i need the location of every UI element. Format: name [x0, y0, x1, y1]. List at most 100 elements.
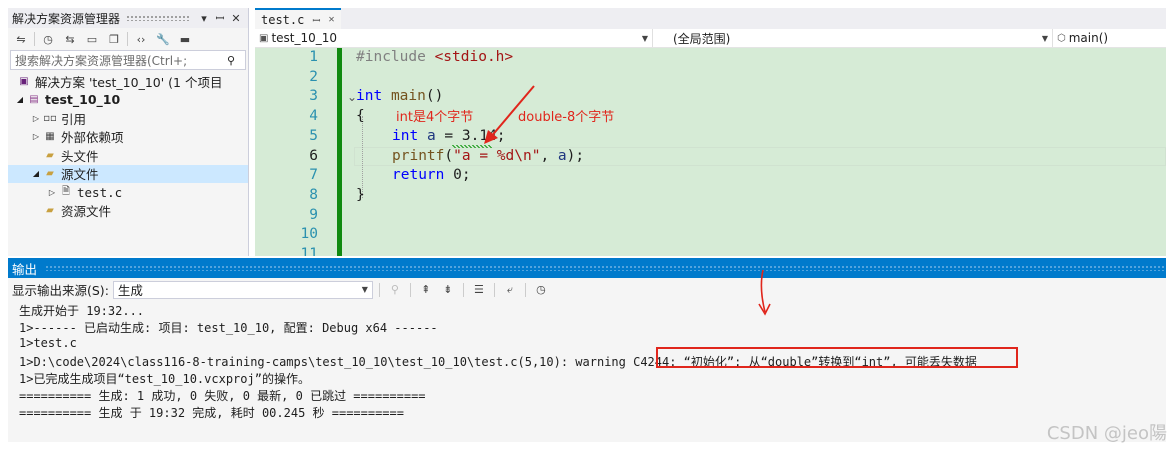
solution-search-input[interactable]: 搜索解决方案资源管理器(Ctrl+; ⚲: [10, 50, 246, 70]
project-dropdown-value: test_10_10: [271, 31, 338, 45]
chevron-down-icon[interactable]: ▼: [362, 285, 368, 294]
tree-item-test-c[interactable]: ▷ 🗎 test.c: [8, 183, 248, 202]
tree-item-references[interactable]: ▷ ▫▫ 引用: [8, 109, 248, 128]
toolbar-separator: [493, 282, 495, 297]
line-number: 7: [309, 167, 318, 184]
tree-item-label: 资源文件: [61, 204, 112, 220]
source-code[interactable]: #include <stdio.h> int main() { int a = …: [356, 48, 1166, 256]
expanded-arrow-icon[interactable]: ◢: [14, 95, 26, 104]
next-message-icon[interactable]: ⇟: [439, 282, 457, 298]
find-message-icon[interactable]: ⚲: [386, 282, 404, 298]
output-source-label: 显示输出来源(S):: [12, 283, 109, 298]
numeric-literal: 0: [453, 167, 462, 184]
code-line-1: #include <stdio.h>: [356, 49, 513, 69]
collapsed-arrow-icon[interactable]: ▷: [46, 188, 58, 197]
output-line: ========== 生成 于 19:32 完成, 耗时 00.245 秒 ==…: [19, 406, 404, 420]
title-grip[interactable]: [126, 15, 190, 21]
tree-item-project[interactable]: ◢ ▤ test_10_10: [8, 91, 248, 110]
tab-test-c[interactable]: test.c ꟷ ✕: [255, 8, 341, 29]
filter-folder-icon: ▰: [46, 168, 54, 180]
scope-dropdown[interactable]: (全局范围) ▼: [653, 29, 1053, 47]
chevron-down-icon[interactable]: ▼: [1038, 34, 1048, 43]
project-icon: ▤: [29, 94, 39, 106]
tree-item-external-deps[interactable]: ▷ ▦ 外部依赖项: [8, 128, 248, 147]
project-dropdown[interactable]: ▣ test_10_10 ▼: [255, 29, 653, 47]
code-line-6: printf("a = %d\n", a);: [392, 148, 584, 168]
output-line: ========== 生成: 1 成功, 0 失败, 0 最新, 0 已跳过 =…: [19, 389, 426, 403]
collapse-all-icon[interactable]: ▭: [83, 31, 101, 47]
project-icon: ▣: [259, 32, 269, 44]
tree-item-label: 头文件: [61, 148, 99, 164]
member-dropdown[interactable]: ⬡ main(): [1053, 29, 1166, 47]
tree-item-label: 引用: [61, 111, 87, 127]
code-line-8: }: [356, 187, 365, 207]
sync-icon[interactable]: ⇆: [61, 31, 79, 47]
warning-highlight-box: [656, 347, 1018, 368]
line-number: 11: [300, 246, 318, 256]
semicolon: ;: [461, 167, 471, 184]
change-tracking-bar: [337, 48, 342, 256]
function-icon: ⬡: [1057, 32, 1066, 44]
toolbar-separator: [378, 282, 380, 297]
chevron-down-icon[interactable]: ▼: [638, 34, 648, 43]
output-line: 1>已完成生成项目“test_10_10.vcxproj”的操作。: [19, 372, 310, 386]
expanded-arrow-icon[interactable]: ◢: [30, 169, 42, 178]
filter-folder-icon: ▰: [46, 149, 54, 161]
toolbar-separator: [409, 282, 411, 297]
code-area[interactable]: 1 2 3 4 5 6 7 8 9 10 11 ⌄ #include <stdi…: [255, 48, 1166, 256]
solution-explorer-toolbar: ⇋ ◷ ⇆ ▭ ❐ ‹› 🔧 ▬: [8, 28, 248, 50]
title-grip[interactable]: [45, 265, 1166, 271]
keyword: return: [392, 167, 445, 184]
close-icon[interactable]: ✕: [228, 12, 244, 25]
variable: a: [426, 127, 436, 144]
tree-item-header-files[interactable]: ▰ 头文件: [8, 146, 248, 165]
switch-views-icon[interactable]: ⇋: [12, 31, 30, 47]
collapsed-arrow-icon[interactable]: ▷: [30, 132, 42, 141]
editor-navigation-bar: ▣ test_10_10 ▼ (全局范围) ▼ ⬡ main(): [255, 29, 1166, 48]
pin-icon[interactable]: ꟷ: [312, 13, 320, 27]
preview-icon[interactable]: ▬: [176, 31, 194, 47]
properties-icon[interactable]: 🔧: [154, 31, 172, 47]
history-icon[interactable]: ◷: [39, 31, 57, 47]
tree-item-resource-files[interactable]: ▰ 资源文件: [8, 202, 248, 221]
clock-icon[interactable]: ◷: [532, 282, 550, 298]
keyword: int: [392, 127, 419, 144]
output-line: 1>test.c: [19, 336, 77, 350]
include-header: <stdio.h>: [434, 49, 514, 65]
output-text-area[interactable]: 生成开始于 19:32... 1>------ 已启动生成: 项目: test_…: [8, 301, 1166, 442]
collapsed-arrow-icon[interactable]: ▷: [30, 114, 42, 123]
tree-item-label: 源文件: [61, 167, 99, 183]
solution-explorer: 解决方案资源管理器 ▾ ꟷ ✕ ⇋ ◷ ⇆ ▭ ❐ ‹› 🔧 ▬ 搜索解决方案资…: [8, 8, 249, 256]
annotation-int-size: int是4个字节: [396, 110, 474, 125]
output-source-dropdown[interactable]: 生成 ▼: [112, 280, 373, 299]
pin-icon[interactable]: ꟷ: [212, 11, 228, 26]
line-number: 1: [309, 49, 318, 65]
tree-item-label: 外部依赖项: [61, 130, 124, 146]
brace: }: [356, 186, 365, 203]
dropdown-icon[interactable]: ▾: [196, 12, 212, 25]
toolbar-separator: [127, 32, 128, 46]
tree-item-source-files[interactable]: ◢ ▰ 源文件: [8, 164, 248, 183]
filter-folder-icon: ▰: [46, 205, 54, 217]
code-line-7: return 0;: [392, 167, 471, 187]
clear-all-icon[interactable]: ☰: [470, 282, 488, 298]
line-number: 3: [309, 88, 318, 105]
current-line-number: 6: [309, 147, 318, 164]
editor-tabbar: test.c ꟷ ✕: [255, 8, 1166, 29]
tree-item-solution[interactable]: ▣ 解决方案 'test_10_10' (1 个项目: [8, 72, 248, 91]
previous-message-icon[interactable]: ⇞: [417, 282, 435, 298]
function-name: main: [390, 88, 426, 105]
show-all-files-icon[interactable]: ❐: [105, 31, 123, 47]
tree-item-label: test_10_10: [45, 92, 121, 108]
code-editor: test.c ꟷ ✕ ▣ test_10_10 ▼ (全局范围) ▼ ⬡ mai…: [255, 8, 1166, 256]
toolbar-separator: [524, 282, 526, 297]
output-line: 1>------ 已启动生成: 项目: test_10_10, 配置: Debu…: [19, 321, 438, 335]
brace: {: [356, 108, 365, 125]
close-icon[interactable]: ✕: [329, 14, 335, 25]
output-toolbar: 显示输出来源(S): 生成 ▼ ⚲ ⇞ ⇟ ☰ ⤶ ◷: [8, 278, 1166, 301]
output-source-value: 生成: [117, 283, 143, 298]
code-view-icon[interactable]: ‹›: [132, 31, 150, 47]
word-wrap-icon[interactable]: ⤶: [501, 282, 519, 298]
format-specifier: %d\n: [496, 147, 532, 164]
search-icon[interactable]: ⚲: [227, 54, 241, 67]
